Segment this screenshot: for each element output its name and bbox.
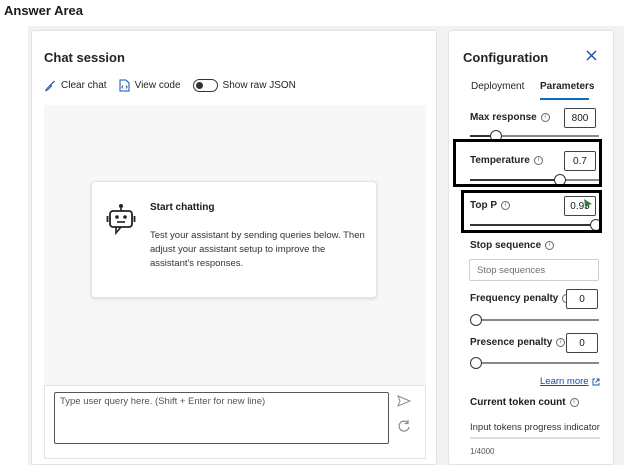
show-raw-json-toggle[interactable]: Show raw JSON <box>192 79 296 92</box>
configuration-title: Configuration <box>463 50 549 65</box>
learn-more-link[interactable]: Learn more <box>540 376 600 387</box>
show-raw-json-label: Show raw JSON <box>222 80 296 91</box>
chat-session-title: Chat session <box>44 50 125 65</box>
stop-sequence-input[interactable]: Stop sequences <box>469 259 599 281</box>
tab-deployment[interactable]: Deployment <box>471 81 524 92</box>
close-icon[interactable] <box>586 50 597 61</box>
send-icon[interactable] <box>397 395 411 407</box>
toggle-knob <box>195 81 203 89</box>
presence-penalty-input[interactable]: 0 <box>566 333 598 353</box>
start-chatting-title: Start chatting <box>150 202 215 213</box>
token-count-text: Current token count <box>470 397 566 408</box>
chat-toolbar: Clear chat View code Show raw JSON <box>44 79 308 92</box>
presence-penalty-text: Presence penalty <box>470 337 553 348</box>
answer-area-title: Answer Area <box>4 3 83 18</box>
slider-thumb[interactable] <box>470 314 482 326</box>
chat-session-panel: Chat session Clear chat View code Show r… <box>31 30 437 465</box>
frequency-penalty-text: Frequency penalty <box>470 293 559 304</box>
stop-sequence-text: Stop sequence <box>470 240 542 251</box>
info-icon[interactable]: i <box>545 241 555 250</box>
active-tab-indicator <box>540 98 589 100</box>
token-progress-bar <box>470 437 600 439</box>
clear-chat-label: Clear chat <box>61 80 107 91</box>
frequency-penalty-slider[interactable] <box>470 314 599 326</box>
temperature-highlight-box <box>453 139 602 187</box>
toggle-switch[interactable] <box>192 79 218 92</box>
info-icon[interactable]: i <box>540 113 550 122</box>
start-chatting-description: Test your assistant by sending queries b… <box>150 230 365 269</box>
view-code-button[interactable]: View code <box>119 79 181 92</box>
tab-parameters[interactable]: Parameters <box>540 81 594 92</box>
user-query-input[interactable]: Type user query here. (Shift + Enter for… <box>54 392 389 444</box>
max-response-label: Max response i <box>470 112 550 123</box>
max-response-input[interactable]: 800 <box>564 108 596 128</box>
max-response-slider[interactable] <box>470 130 599 142</box>
clear-chat-button[interactable]: Clear chat <box>44 80 107 92</box>
slider-thumb[interactable] <box>470 357 482 369</box>
bot-icon <box>106 204 136 235</box>
token-progress-label: Input tokens progress indicator <box>470 422 600 433</box>
presence-penalty-slider[interactable] <box>470 357 599 369</box>
code-file-icon <box>119 79 130 92</box>
frequency-penalty-input[interactable]: 0 <box>566 289 598 309</box>
external-link-icon <box>592 378 600 385</box>
token-count-value: 1/4000 <box>470 447 495 456</box>
presence-penalty-label: Presence penalty i <box>470 337 566 348</box>
chat-input-area: Type user query here. (Shift + Enter for… <box>44 385 426 459</box>
broom-icon <box>45 80 55 91</box>
frequency-penalty-label: Frequency penalty i <box>470 293 572 304</box>
refresh-icon[interactable] <box>397 419 411 433</box>
cursor-arrow-icon <box>584 199 592 209</box>
chat-message-area: Start chatting Test your assistant by se… <box>44 105 426 409</box>
token-count-title: Current token count i <box>470 397 579 408</box>
stop-sequence-label: Stop sequence i <box>470 240 555 251</box>
info-icon[interactable]: i <box>569 398 579 407</box>
view-code-label: View code <box>134 80 181 91</box>
learn-more-text: Learn more <box>540 376 589 387</box>
start-chatting-card: Start chatting Test your assistant by se… <box>91 181 377 298</box>
configuration-panel: Configuration Deployment Parameters Max … <box>448 30 614 465</box>
info-icon[interactable]: i <box>556 338 566 347</box>
max-response-text: Max response <box>470 112 537 123</box>
top-p-highlight-box <box>461 190 602 233</box>
